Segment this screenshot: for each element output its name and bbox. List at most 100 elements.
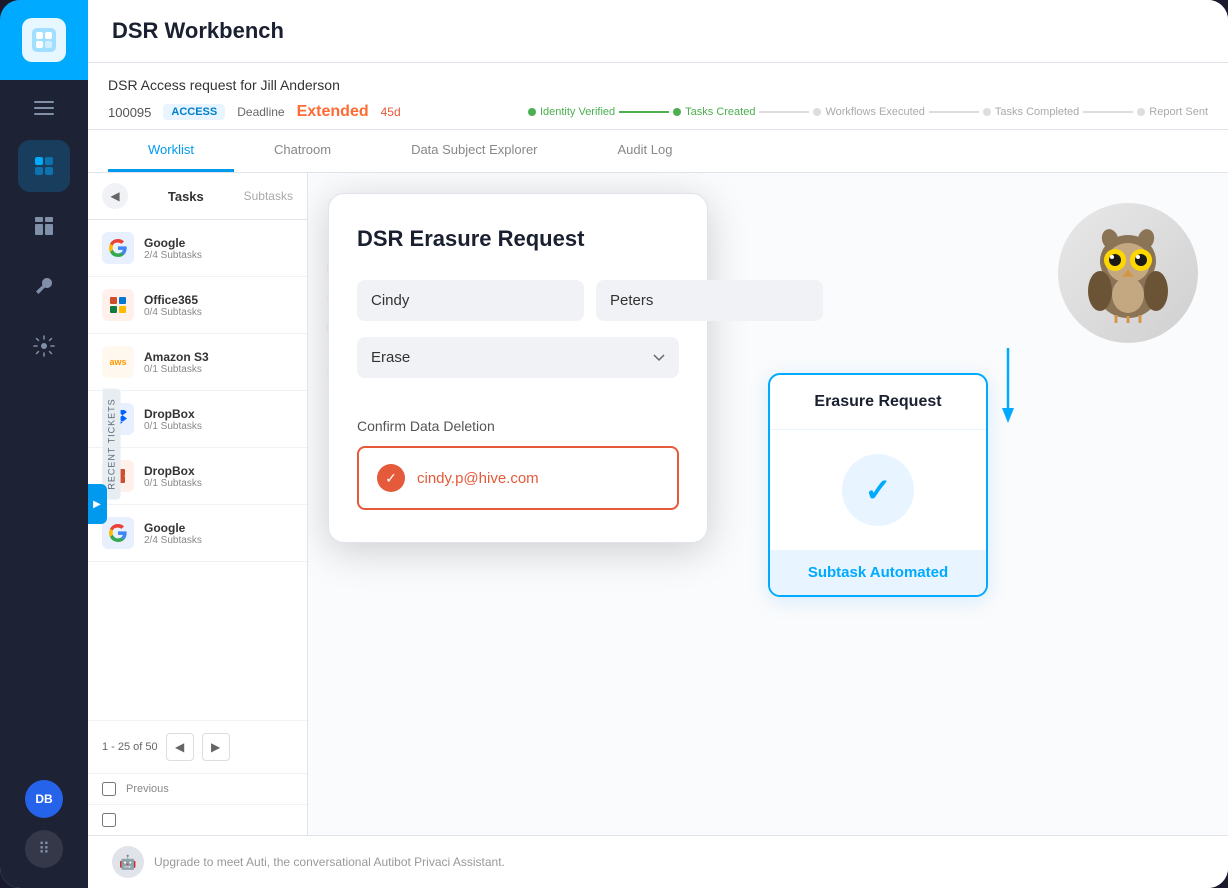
checkbox-label-1: Previous bbox=[126, 783, 169, 795]
erasure-status-card: Erasure Request ✓ Subtask Automated bbox=[768, 373, 988, 597]
step-dot-4 bbox=[983, 108, 991, 116]
action-select[interactable]: Erase Restrict Delete bbox=[357, 337, 679, 378]
page-header: DSR Workbench bbox=[88, 0, 1228, 63]
confirm-label: Confirm Data Deletion bbox=[357, 418, 679, 434]
deadline-status: Extended bbox=[297, 103, 369, 121]
workflow-area: → Auto-Discovery ...located document, lo… bbox=[308, 173, 1228, 835]
tasks-back-button[interactable]: ◀ bbox=[102, 183, 128, 209]
select-checkbox-1[interactable] bbox=[102, 782, 116, 796]
task-item-office365[interactable]: Office365 0/4 Subtasks bbox=[88, 277, 307, 334]
sidebar-bottom: DB ⠿ bbox=[25, 780, 63, 888]
task-item-google1[interactable]: Google 2/4 Subtasks bbox=[88, 220, 307, 277]
nav-item-tools[interactable] bbox=[18, 260, 70, 312]
step-sep-3 bbox=[929, 111, 979, 113]
task-subtasks-google2: 2/4 Subtasks bbox=[144, 535, 293, 546]
task-subtasks-amazon: 0/1 Subtasks bbox=[144, 364, 293, 375]
user-avatar[interactable]: DB bbox=[25, 780, 63, 818]
checkmark-icon: ✓ bbox=[865, 471, 892, 509]
step-dot-5 bbox=[1137, 108, 1145, 116]
step-label-3: Workflows Executed bbox=[825, 106, 924, 118]
task-subtasks-google1: 2/4 Subtasks bbox=[144, 250, 293, 261]
subtask-automated-label: Subtask Automated bbox=[770, 550, 986, 595]
task-subtasks-dropbox2: 0/1 Subtasks bbox=[144, 478, 293, 489]
task-item-amazon[interactable]: aws Amazon S3 0/1 Subtasks bbox=[88, 334, 307, 391]
tab-chatroom[interactable]: Chatroom bbox=[234, 130, 371, 172]
bottom-bar: 🤖 Upgrade to meet Auti, the conversation… bbox=[88, 835, 1228, 888]
tab-audit-log[interactable]: Audit Log bbox=[578, 130, 713, 172]
task-item-dropbox2[interactable]: DropBox 0/1 Subtasks bbox=[88, 448, 307, 505]
select-checkbox-2[interactable] bbox=[102, 813, 116, 827]
nav-item-settings[interactable] bbox=[18, 320, 70, 372]
more-options-button[interactable]: ⠿ bbox=[25, 830, 63, 868]
email-address: cindy.p@hive.com bbox=[417, 470, 539, 487]
owl-circle-bg bbox=[1058, 203, 1198, 343]
task-name-office365: Office365 bbox=[144, 293, 293, 307]
step-sep-1 bbox=[619, 111, 669, 113]
step-label-1: Identity Verified bbox=[540, 106, 615, 118]
google2-logo bbox=[102, 517, 134, 549]
email-confirmation-box[interactable]: ✓ cindy.p@hive.com bbox=[357, 446, 679, 510]
name-row bbox=[357, 280, 679, 321]
progress-steps: Identity Verified Tasks Created Workflow… bbox=[528, 106, 1208, 118]
office365-logo bbox=[102, 289, 134, 321]
hamburger-button[interactable] bbox=[0, 84, 88, 132]
owl-svg bbox=[1078, 223, 1178, 323]
task-name-google2: Google bbox=[144, 521, 293, 535]
tab-data-subject[interactable]: Data Subject Explorer bbox=[371, 130, 577, 172]
task-name-dropbox2: DropBox bbox=[144, 464, 293, 478]
dsr-id: 100095 bbox=[108, 105, 151, 120]
email-icon: ✓ bbox=[377, 464, 405, 492]
task-subtasks-dropbox1: 0/1 Subtasks bbox=[144, 421, 293, 432]
content-area: ▶ ◀ Tasks Subtasks Google 2/4 Subtasks bbox=[88, 173, 1228, 835]
step-label-2: Tasks Created bbox=[685, 106, 755, 118]
task-subtasks-office365: 0/4 Subtasks bbox=[144, 307, 293, 318]
recent-tickets-tab[interactable]: RECENT TICKETS bbox=[103, 388, 121, 499]
status-card-title: Erasure Request bbox=[770, 375, 986, 430]
tasks-panel: ◀ Tasks Subtasks Google 2/4 Subtasks bbox=[88, 173, 308, 835]
owl-mascot-area bbox=[1048, 193, 1208, 353]
next-page-button[interactable]: ▶ bbox=[202, 733, 230, 761]
logo-area[interactable] bbox=[0, 0, 88, 80]
last-name-input[interactable] bbox=[596, 280, 823, 321]
sidebar: DB ⠿ bbox=[0, 0, 88, 888]
sidebar-nav bbox=[18, 140, 70, 780]
step-dot-2 bbox=[673, 108, 681, 116]
step-sep-4 bbox=[1083, 111, 1133, 113]
erasure-request-card: DSR Erasure Request Erase Restrict Delet… bbox=[328, 193, 708, 543]
first-name-input[interactable] bbox=[357, 280, 584, 321]
auti-avatar: 🤖 bbox=[112, 846, 144, 878]
amazon-logo: aws bbox=[102, 346, 134, 378]
main-content: DSR Workbench DSR Access request for Jil… bbox=[88, 0, 1228, 888]
task-name-dropbox1: DropBox bbox=[144, 407, 293, 421]
access-badge: ACCESS bbox=[163, 104, 225, 120]
deadline-days: 45d bbox=[381, 105, 401, 119]
task-item-google2[interactable]: Google 2/4 Subtasks bbox=[88, 505, 307, 562]
nav-item-dashboard[interactable] bbox=[18, 200, 70, 252]
tabs-bar: Worklist Chatroom Data Subject Explorer … bbox=[88, 130, 1228, 173]
nav-item-home[interactable] bbox=[18, 140, 70, 192]
step-label-4: Tasks Completed bbox=[995, 106, 1079, 118]
google1-logo bbox=[102, 232, 134, 264]
step-dot-1 bbox=[528, 108, 536, 116]
down-arrow-connector bbox=[998, 348, 1018, 433]
deadline-label: Deadline bbox=[237, 105, 284, 119]
status-check-area: ✓ bbox=[770, 430, 986, 550]
erasure-card-title: DSR Erasure Request bbox=[357, 226, 679, 252]
step-dot-3 bbox=[813, 108, 821, 116]
task-name-google1: Google bbox=[144, 236, 293, 250]
page-title: DSR Workbench bbox=[112, 18, 1204, 44]
dsr-info-panel: DSR Access request for Jill Anderson 100… bbox=[88, 63, 1228, 130]
app-logo bbox=[22, 18, 66, 62]
check-circle: ✓ bbox=[842, 454, 914, 526]
pagination-info: 1 - 25 of 50 bbox=[102, 741, 158, 753]
step-sep-2 bbox=[759, 111, 809, 113]
prev-page-button[interactable]: ◀ bbox=[166, 733, 194, 761]
task-item-dropbox1[interactable]: DropBox 0/1 Subtasks bbox=[88, 391, 307, 448]
upgrade-message: Upgrade to meet Auti, the conversational… bbox=[154, 855, 505, 869]
tab-worklist[interactable]: Worklist bbox=[108, 130, 234, 172]
subtasks-col-header: Subtasks bbox=[244, 189, 293, 203]
tasks-header-title: Tasks bbox=[168, 189, 204, 204]
dsr-request-title: DSR Access request for Jill Anderson bbox=[108, 77, 340, 93]
expand-left-button[interactable]: ▶ bbox=[88, 484, 107, 524]
step-label-5: Report Sent bbox=[1149, 106, 1208, 118]
